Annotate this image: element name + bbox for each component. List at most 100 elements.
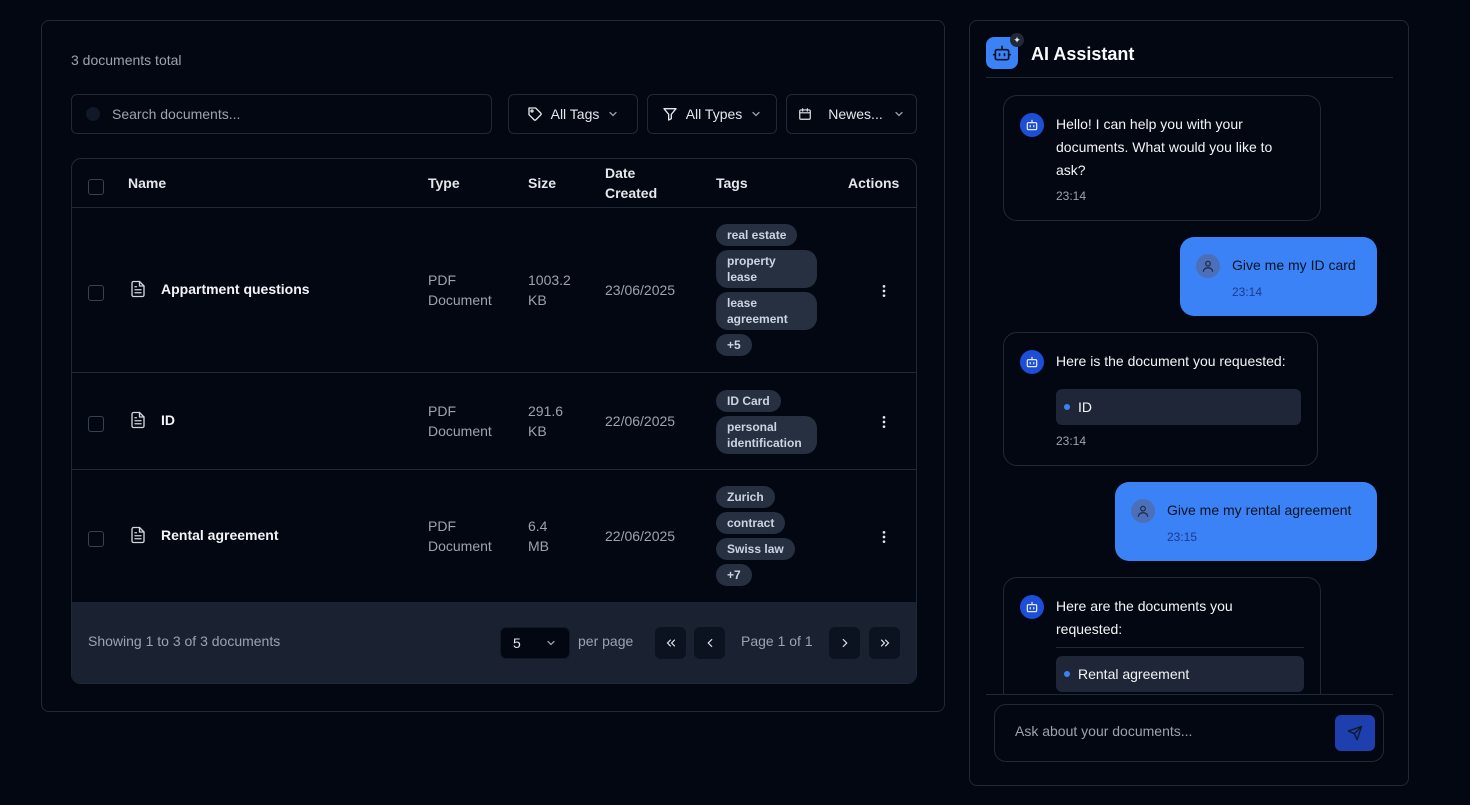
previous-page-button[interactable] [694,627,725,659]
table-row[interactable]: Appartment questions PDF Document 1003.2… [72,208,916,373]
document-name-cell[interactable]: Appartment questions [129,280,310,298]
chat-input[interactable] [1015,723,1315,739]
tag-badge: Zurich [716,486,775,508]
search-box[interactable] [71,94,492,134]
per-page-select[interactable]: 5 [500,627,570,659]
message-text: Give me my rental agreement [1167,502,1352,518]
message-line: documents. What would you like to [1056,139,1273,155]
message-time: 23:14 [1056,434,1087,448]
assistant-title: AI Assistant [1031,44,1135,64]
row-checkbox[interactable] [88,416,104,432]
documents-table: Name Type Size Date Created Tags Actions… [71,158,917,684]
document-name: Rental agreement [161,527,279,543]
more-vertical-icon [882,531,886,543]
header-date-line2: Created [605,185,658,201]
documents-count: 3 documents total [71,52,182,68]
user-message: Give me my rental agreement 23:15 [1115,482,1377,561]
header-name[interactable]: Name [128,173,166,193]
user-avatar [1196,254,1220,278]
row-actions-button[interactable] [872,279,896,303]
search-input[interactable] [112,106,491,122]
more-tags-badge[interactable]: +5 [716,334,752,356]
table-row[interactable]: ID PDF Document 291.6 KB 22/06/2025 ID C… [72,373,916,470]
file-text-icon [131,280,145,298]
send-button[interactable] [1335,715,1375,751]
row-actions-button[interactable] [872,525,896,549]
chevron-left-icon [706,638,712,648]
assistant-message: Here are the documents you requested: Re… [1003,577,1321,695]
header-date[interactable]: Date Created [605,163,657,203]
chat-input-box[interactable] [994,704,1384,762]
first-page-button[interactable] [655,627,686,659]
document-size-line2: KB [528,292,547,308]
filter-icon [663,108,677,121]
chevron-down-icon [547,640,555,646]
document-size-line1: 1003.2 [528,272,571,288]
assistant-message: Hello! I can help you with your document… [1003,95,1321,221]
tags-filter-button[interactable]: All Tags [508,94,638,134]
assistant-avatar: ✦ [986,33,1024,69]
document-link-label: Rental agreement [1078,666,1190,682]
divider [1056,647,1304,648]
send-icon [1347,725,1363,741]
tag-badge: ID Card [716,390,781,412]
document-type: PDF Document [428,270,492,310]
more-vertical-icon [882,285,886,297]
user-message: Give me my ID card 23:14 [1180,237,1377,316]
tag-badge: property lease [716,250,817,288]
message-line: requested: [1056,621,1123,637]
tag-badge: real estate [716,224,798,246]
bot-avatar [1020,595,1044,619]
more-tags-badge[interactable]: +7 [716,564,752,586]
select-all-checkbox[interactable] [88,179,104,195]
user-avatar [1131,499,1155,523]
document-name-cell[interactable]: Rental agreement [129,526,278,544]
types-filter-button[interactable]: All Types [647,94,777,134]
document-size-line2: MB [528,538,549,554]
header-type[interactable]: Type [428,173,460,193]
header-tags: Tags [716,175,748,191]
document-size: 1003.2 KB [528,270,571,310]
chevron-right-icon [842,638,848,648]
bot-avatar [1020,350,1044,374]
document-name: ID [161,412,175,428]
document-tags: Zurich contract Swiss law +7 [716,486,795,586]
message-line: ask? [1056,162,1086,178]
bullet-dot [1064,404,1070,410]
row-actions-button[interactable] [872,410,896,434]
chevron-down-icon [895,111,903,117]
document-tags: real estate property lease lease agreeme… [716,224,817,356]
tag-badge: Swiss law [716,538,795,560]
document-name-cell[interactable]: ID [129,411,175,429]
document-tags: ID Card personal identification [716,390,817,454]
search-icon [86,107,100,121]
per-page-value: 5 [513,635,521,651]
document-type-line2: Document [428,423,492,439]
sort-select[interactable]: Newes... [786,94,917,134]
last-page-button[interactable] [869,627,900,659]
bullet-dot [1064,671,1070,677]
message-text: Give me my ID card [1232,257,1356,273]
chat-input-area [986,694,1393,785]
message-text: Hello! I can help you with your document… [1056,113,1272,182]
tag-icon [527,107,542,121]
next-page-button[interactable] [829,627,860,659]
pagination-bar: Showing 1 to 3 of 3 documents 5 per page… [72,602,916,683]
header-size[interactable]: Size [528,173,556,193]
showing-text: Showing 1 to 3 of 3 documents [88,633,281,649]
message-line: Hello! I can help you with your [1056,116,1243,132]
user-icon [1202,260,1214,272]
document-name: Appartment questions [161,281,310,297]
chat-messages[interactable]: Hello! I can help you with your document… [986,79,1393,695]
message-time: 23:15 [1167,530,1198,544]
sort-label: Newes... [828,106,883,122]
table-row[interactable]: Rental agreement PDF Document 6.4 MB 22/… [72,470,916,602]
document-link[interactable]: ID [1056,389,1301,425]
header-actions: Actions [848,175,900,191]
document-type-line1: PDF [428,403,456,419]
document-link-label: ID [1078,399,1092,415]
tag-badge: contract [716,512,786,534]
document-link[interactable]: Rental agreement [1056,656,1304,692]
row-checkbox[interactable] [88,531,104,547]
row-checkbox[interactable] [88,285,104,301]
